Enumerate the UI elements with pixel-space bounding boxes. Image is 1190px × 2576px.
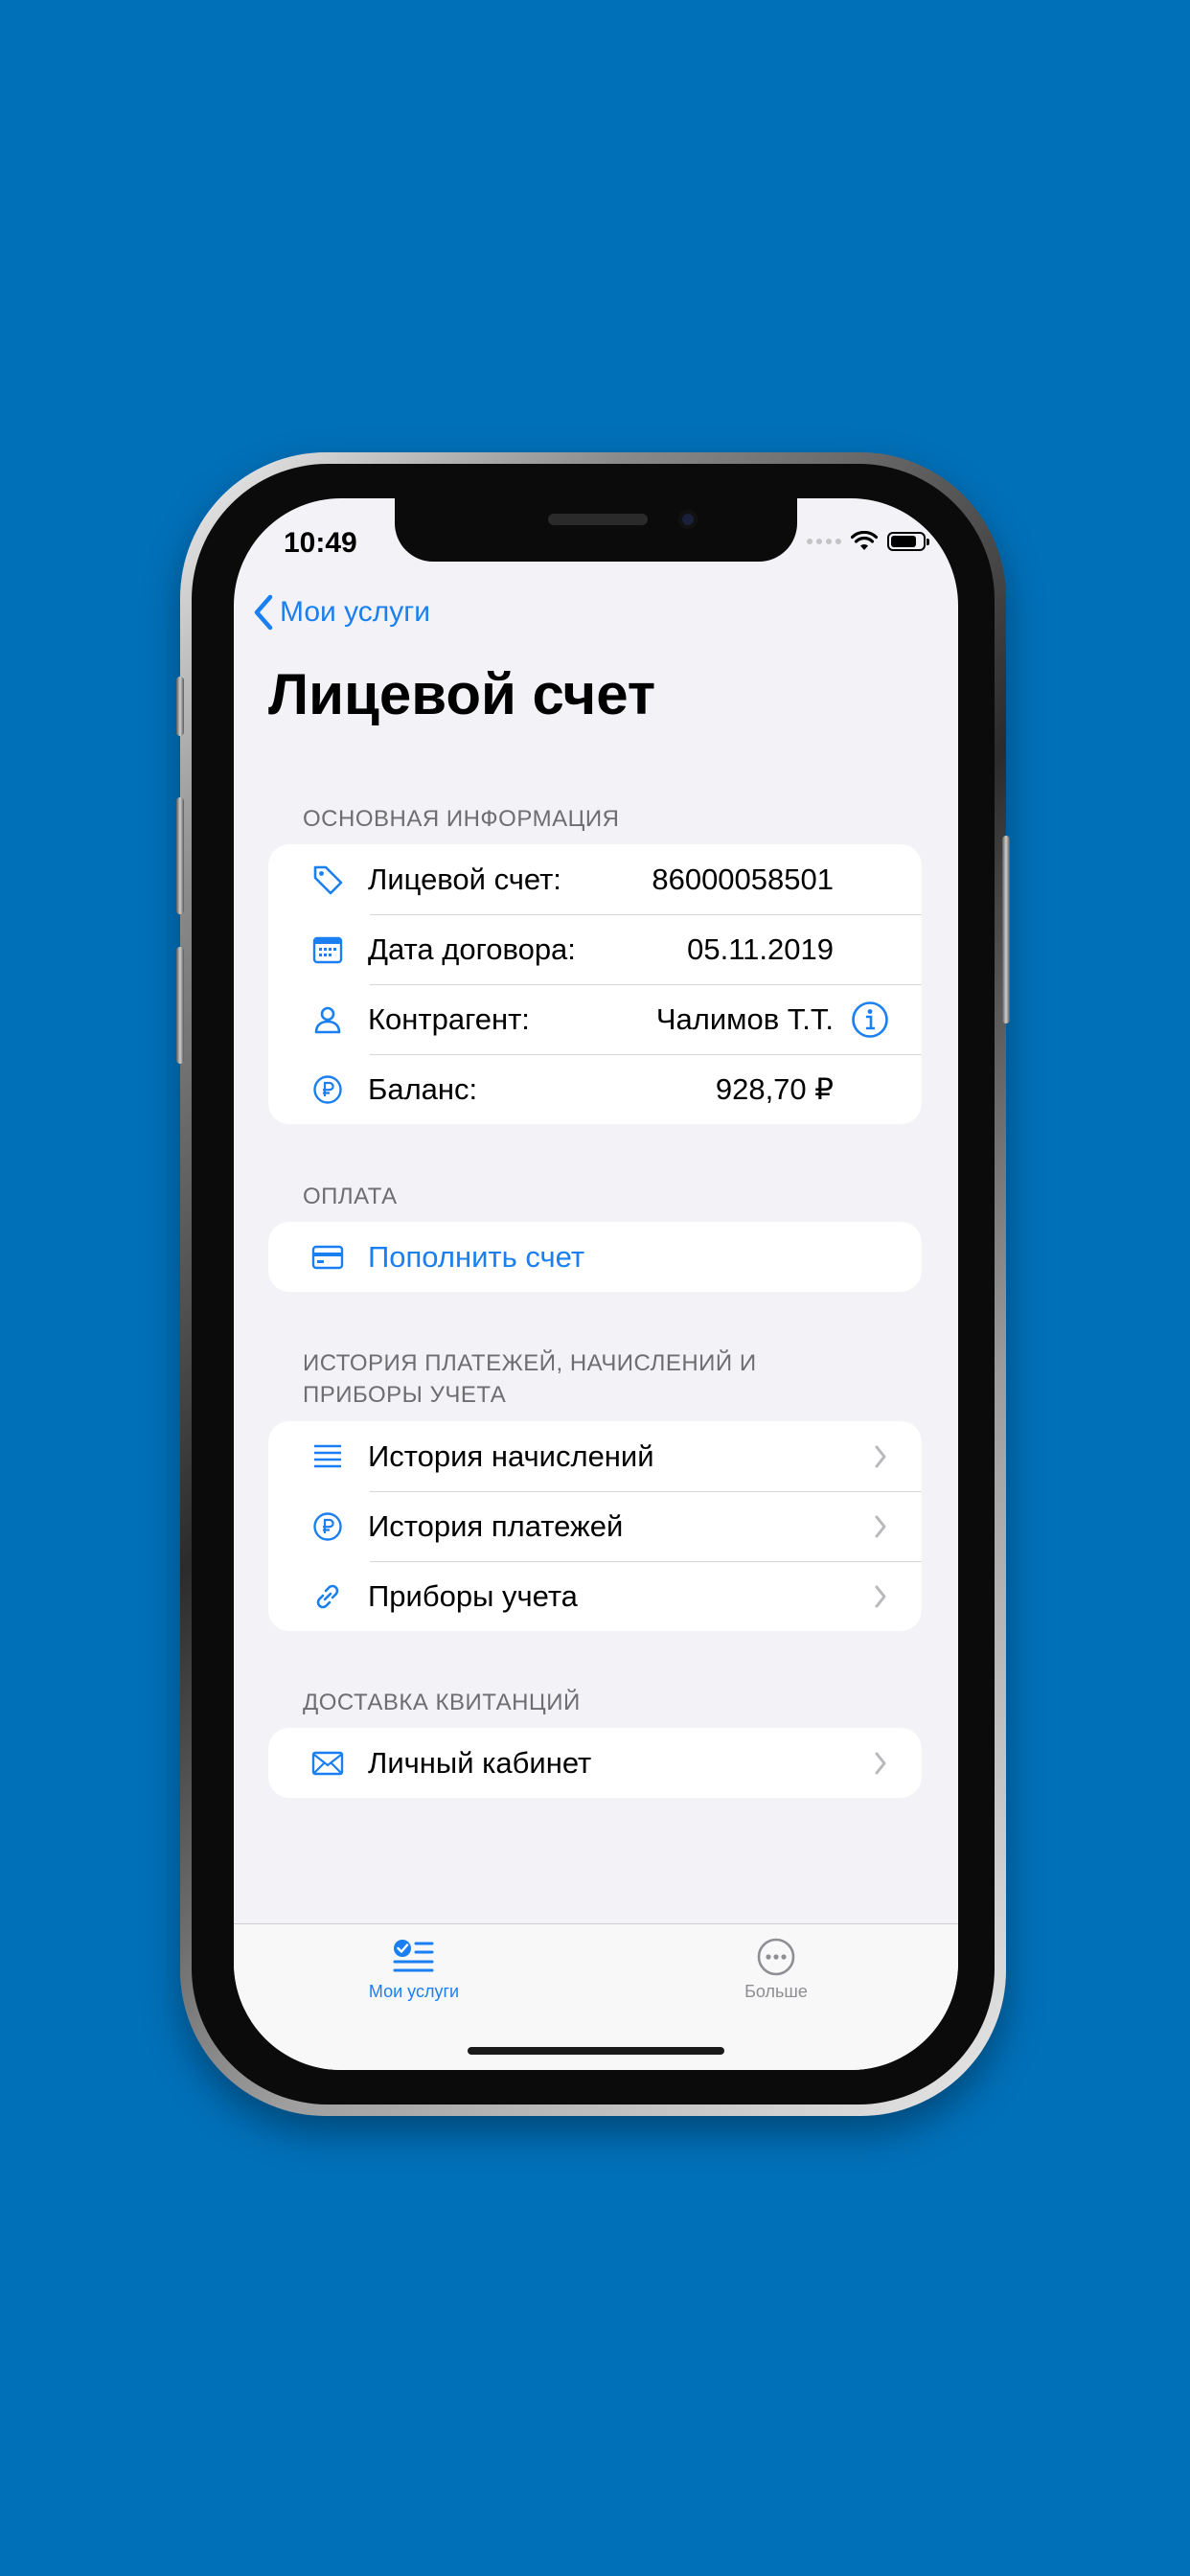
main-info-card: Лицевой счет: 86000058501 Дата договора:… xyxy=(268,844,922,1124)
chevron-right-icon xyxy=(875,1585,886,1608)
section-header-history: ИСТОРИЯ ПЛАТЕЖЕЙ, НАЧИСЛЕНИЙ И ПРИБОРЫ У… xyxy=(303,1350,757,1408)
meters-label: Приборы учета xyxy=(368,1578,578,1613)
payment-card: Пополнить счет xyxy=(268,1222,922,1292)
chevron-left-icon xyxy=(254,594,273,631)
personal-account-row[interactable]: Личный кабинет xyxy=(268,1728,922,1798)
counterparty-row: Контрагент: Чалимов Т.Т. xyxy=(268,984,922,1054)
delivery-card: Личный кабинет xyxy=(268,1728,922,1798)
account-number-row: Лицевой счет: 86000058501 xyxy=(268,844,922,914)
link-icon xyxy=(316,1584,339,1608)
silent-switch xyxy=(176,677,184,736)
payments-history-label: История платежей xyxy=(368,1508,624,1543)
contract-date-row: Дата договора: 05.11.2019 xyxy=(268,914,922,984)
wifi-icon xyxy=(851,531,878,550)
speaker xyxy=(548,514,648,525)
tab-bar: Мои услуги Больше xyxy=(234,1923,958,2070)
section-header-payment: ОПЛАТА xyxy=(303,1184,398,1209)
services-list-icon xyxy=(393,1940,434,1972)
home-indicator[interactable] xyxy=(468,2047,724,2055)
envelope-icon xyxy=(311,1751,344,1775)
battery-icon xyxy=(887,532,929,551)
info-icon[interactable] xyxy=(851,1000,889,1039)
counterparty-label: Контрагент: xyxy=(368,1001,530,1036)
chevron-right-icon xyxy=(875,1752,886,1775)
more-icon xyxy=(757,1938,795,1976)
power-button xyxy=(1002,836,1010,1024)
balance-label: Баланс: xyxy=(368,1071,478,1106)
meters-row[interactable]: Приборы учета xyxy=(268,1561,922,1631)
status-indicators xyxy=(807,527,929,556)
payments-history-row[interactable]: История платежей xyxy=(268,1491,922,1561)
person-icon xyxy=(314,1006,341,1033)
volume-up-button xyxy=(176,797,184,914)
section-header-main-info: ОСНОВНАЯ ИНФОРМАЦИЯ xyxy=(303,806,620,832)
credit-card-icon xyxy=(311,1245,344,1269)
notch xyxy=(395,498,797,562)
ruble-icon xyxy=(313,1511,342,1541)
calendar-icon xyxy=(312,936,343,963)
account-number-value: 86000058501 xyxy=(652,862,834,896)
tab-my-services-label: Мои услуги xyxy=(368,1982,460,2001)
charges-history-row[interactable]: История начислений xyxy=(268,1421,922,1491)
status-time: 10:49 xyxy=(284,527,357,559)
tab-more-label: Больше xyxy=(744,1982,808,2001)
contract-date-value: 05.11.2019 xyxy=(687,932,834,966)
section-header-delivery: ДОСТАВКА КВИТАНЦИЙ xyxy=(303,1690,581,1715)
tab-my-services[interactable]: Мои услуги xyxy=(318,1938,510,2002)
top-up-row[interactable]: Пополнить счет xyxy=(268,1222,922,1292)
tab-more[interactable]: Больше xyxy=(680,1938,872,2002)
account-number-label: Лицевой счет: xyxy=(368,862,561,896)
top-up-label: Пополнить счет xyxy=(368,1239,585,1274)
chevron-right-icon xyxy=(875,1445,886,1468)
history-card: История начислений История платежей Приб… xyxy=(268,1421,922,1631)
balance-row: Баланс: 928,70 ₽ xyxy=(268,1054,922,1124)
ruble-icon xyxy=(313,1074,342,1104)
front-camera xyxy=(678,510,698,529)
counterparty-value: Чалимов Т.Т. xyxy=(655,1001,834,1036)
personal-account-label: Личный кабинет xyxy=(368,1745,592,1780)
charges-history-label: История начислений xyxy=(368,1438,654,1473)
cellular-signal-icon xyxy=(807,539,841,544)
back-button-label: Мои услуги xyxy=(280,596,430,628)
chevron-right-icon xyxy=(875,1515,886,1538)
list-icon xyxy=(314,1444,341,1467)
balance-value: 928,70 ₽ xyxy=(715,1071,834,1106)
page-title: Лицевой счет xyxy=(268,662,656,726)
phone-screen: 10:49 Мои услуги Лицевой счет ОСНОВНАЯ И… xyxy=(234,498,958,2070)
contract-date-label: Дата договора: xyxy=(368,932,576,966)
volume-down-button xyxy=(176,947,184,1064)
back-button[interactable]: Мои услуги xyxy=(253,594,430,631)
tag-icon xyxy=(313,865,343,894)
